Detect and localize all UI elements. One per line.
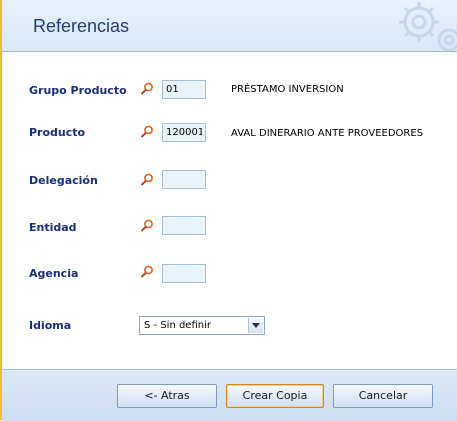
create-copy-button[interactable]: Crear Copia [226, 384, 324, 408]
referencias-dialog: Referencias Grupo Producto PRÉSTAMO INVE… [0, 0, 457, 421]
back-button[interactable]: <- Atras [117, 384, 217, 408]
dialog-header: Referencias [2, 0, 457, 52]
grupo-producto-label: Grupo Producto [29, 84, 127, 97]
accent-stripe [0, 0, 2, 420]
producto-label: Producto [29, 126, 86, 139]
grupo-producto-description: PRÉSTAMO INVERSION [231, 84, 344, 95]
agencia-input[interactable] [162, 264, 206, 283]
search-icon[interactable] [139, 172, 155, 188]
cancel-button[interactable]: Cancelar [333, 384, 433, 408]
gear-icon [367, 0, 457, 51]
idioma-selected-value: S - Sin definir [144, 320, 211, 331]
search-icon[interactable] [139, 218, 155, 234]
producto-description: AVAL DINERARIO ANTE PROVEEDORES [231, 128, 424, 139]
delegacion-input[interactable] [162, 170, 206, 189]
chevron-down-icon[interactable] [248, 318, 263, 333]
page-title: Referencias [33, 16, 130, 36]
entidad-label: Entidad [29, 221, 77, 234]
grupo-producto-input[interactable] [162, 80, 206, 99]
agencia-label: Agencia [29, 267, 79, 280]
search-icon[interactable] [139, 124, 155, 140]
search-icon[interactable] [139, 81, 155, 97]
search-icon[interactable] [139, 264, 155, 280]
entidad-input[interactable] [162, 216, 206, 235]
delegacion-label: Delegación [29, 174, 98, 187]
idioma-label: Idioma [29, 319, 72, 332]
producto-input[interactable] [162, 123, 206, 142]
idioma-select[interactable]: S - Sin definir [139, 316, 265, 335]
